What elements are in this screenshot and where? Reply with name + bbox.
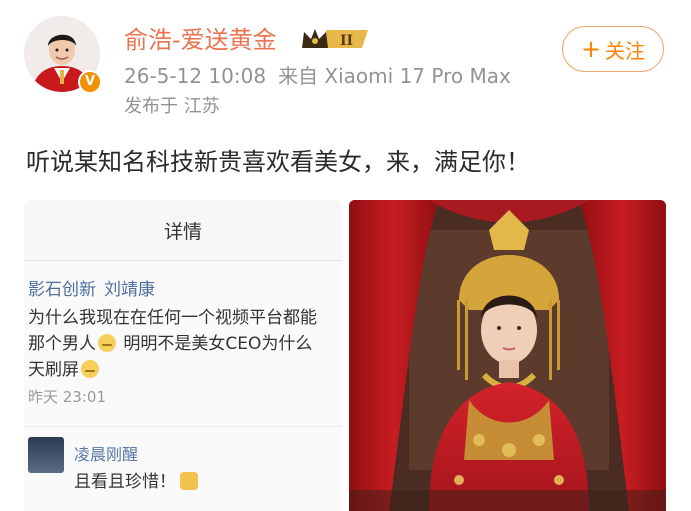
screenshot-line-1: 为什么我现在在任何一个视频平台都能 xyxy=(28,308,317,328)
author-name[interactable]: 俞浩-爱送黄金 xyxy=(124,24,277,56)
cat-emoji-icon xyxy=(180,472,198,490)
plus-icon: + xyxy=(580,35,602,63)
verified-v-icon: V xyxy=(78,70,102,94)
attached-image-screenshot[interactable]: 详情 影石创新 刘靖康 为什么我现在在任何一个视频平台都能 那个男人 明明不是美女… xyxy=(24,200,342,511)
badge-level: II xyxy=(340,33,353,49)
screenshot-author-name: 刘靖康 xyxy=(104,280,155,300)
screenshot-header: 详情 xyxy=(24,200,342,261)
screenshot-line-2b: 明明不是美女CEO为什么 xyxy=(118,334,313,354)
follow-label: 关注 xyxy=(605,38,646,63)
post-meta: 26-5-12 10:08 来自 Xiaomi 17 Pro Max xyxy=(124,63,511,89)
commenter-name: 凌晨刚醒 xyxy=(74,445,139,464)
screenshot-line-2a: 那个男人 xyxy=(28,334,96,354)
screenshot-author-org: 影石创新 xyxy=(28,280,96,300)
post-source: 来自 Xiaomi 17 Pro Max xyxy=(278,64,511,88)
attached-image-photo[interactable] xyxy=(349,200,666,511)
follow-button[interactable]: + 关注 xyxy=(562,26,664,72)
screenshot-line-2: 那个男人 明明不是美女CEO为什么 xyxy=(28,331,312,357)
emoji-icon xyxy=(81,360,99,378)
screenshot-line-3-text: 天刷屏 xyxy=(28,360,79,380)
divider xyxy=(24,426,342,427)
comment-text: 且看且珍惜！ xyxy=(74,472,176,492)
commenter-avatar xyxy=(28,437,64,473)
screenshot-line-3: 天刷屏 xyxy=(28,357,101,383)
screenshot-time: 昨天 23:01 xyxy=(28,388,106,406)
post-text: 听说某知名科技新贵喜欢看美女，来，满足你！ xyxy=(26,148,530,176)
emoji-icon xyxy=(98,334,116,352)
screenshot-body: 影石创新 刘靖康 为什么我现在在任何一个视频平台都能 那个男人 明明不是美女CEO… xyxy=(24,261,342,511)
crown-badge-icon[interactable]: II xyxy=(300,26,372,52)
screenshot-author: 影石创新 刘靖康 xyxy=(28,275,155,300)
comment-text-row: 且看且珍惜！ xyxy=(74,467,198,492)
post-location: 发布于 江苏 xyxy=(124,96,220,117)
post-date: 26-5-12 10:08 xyxy=(124,64,267,88)
